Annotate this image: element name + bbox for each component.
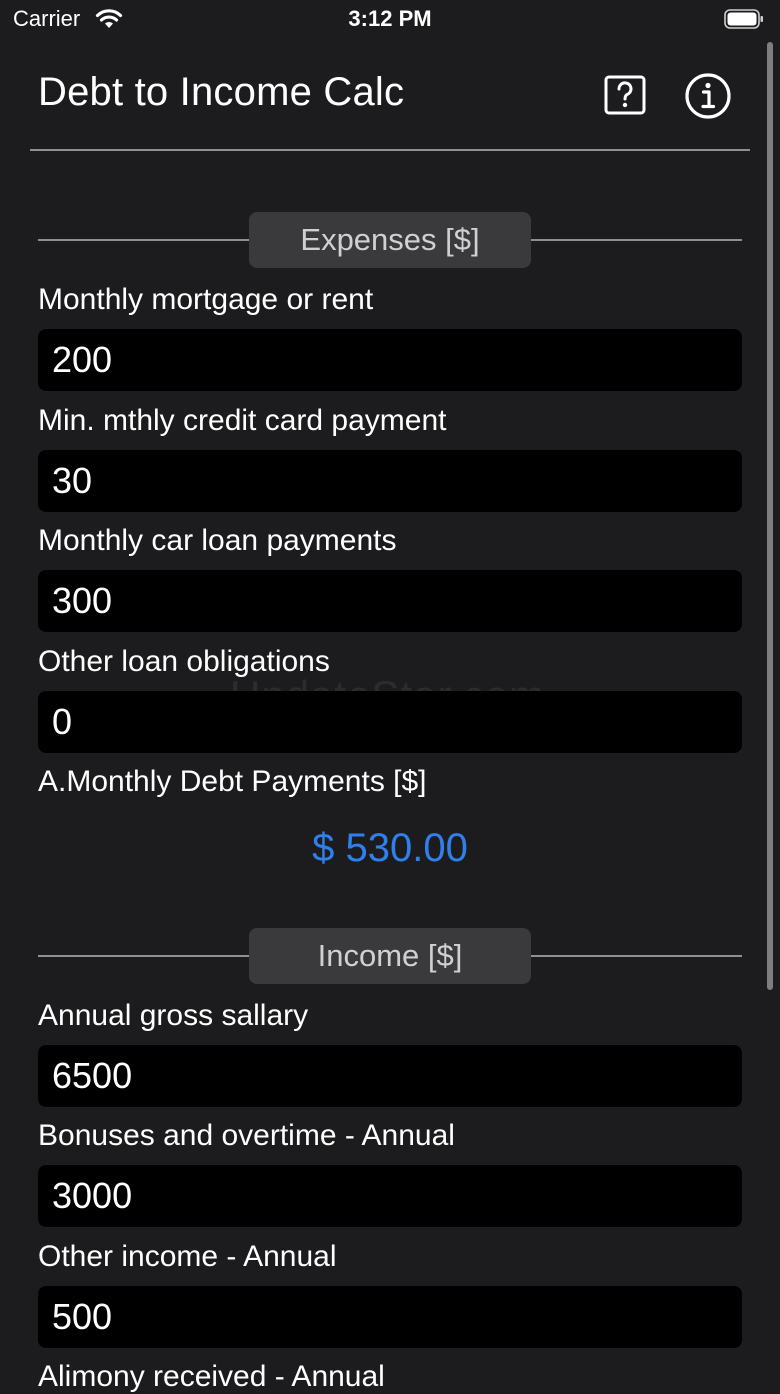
question-square-icon[interactable] [604, 75, 646, 115]
salary-input[interactable] [38, 1045, 742, 1107]
car-loan-input[interactable] [38, 570, 742, 632]
info-circle-icon[interactable] [684, 72, 732, 120]
monthly-debt-label: A.Monthly Debt Payments [$] [38, 765, 427, 798]
other-income-label: Other income - Annual [38, 1240, 337, 1273]
mortgage-input[interactable] [38, 329, 742, 391]
page-title: Debt to Income Calc [38, 70, 405, 114]
income-header: Income [$] [249, 928, 531, 984]
credit-card-label: Min. mthly credit card payment [38, 404, 447, 437]
credit-card-input[interactable] [38, 450, 742, 512]
alimony-label: Alimony received - Annual [38, 1360, 385, 1393]
monthly-debt-result: $ 530.00 [312, 826, 468, 870]
car-loan-label: Monthly car loan payments [38, 524, 397, 557]
bonuses-label: Bonuses and overtime - Annual [38, 1119, 455, 1152]
bonuses-input[interactable] [38, 1165, 742, 1227]
expenses-header: Expenses [$] [249, 212, 531, 268]
other-loan-input[interactable] [38, 691, 742, 753]
salary-label: Annual gross sallary [38, 999, 309, 1032]
mortgage-label: Monthly mortgage or rent [38, 283, 374, 316]
battery-icon [724, 9, 763, 29]
other-income-input[interactable] [38, 1286, 742, 1348]
other-loan-label: Other loan obligations [38, 645, 330, 678]
clock: 3:12 PM [348, 6, 432, 31]
nav-divider [30, 149, 750, 151]
status-bar: Carrier 3:12 PM [0, 0, 780, 40]
